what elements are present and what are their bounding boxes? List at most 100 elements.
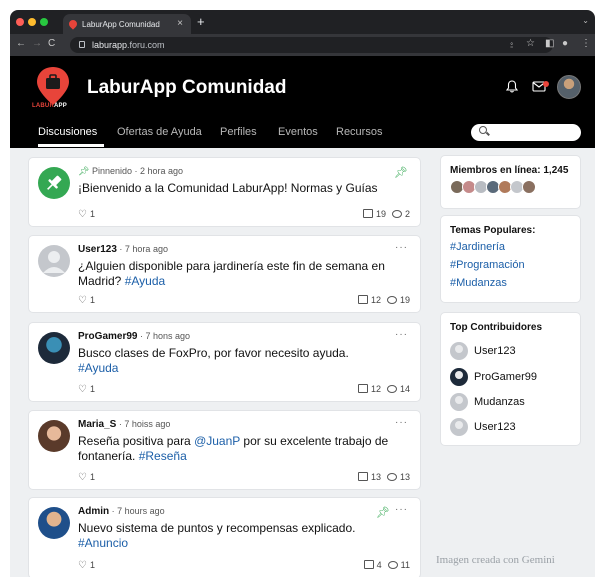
active-tab-indicator: [38, 144, 104, 147]
avatar: [38, 245, 70, 277]
post-heart[interactable]: ♡ 1: [78, 472, 95, 483]
post-mention[interactable]: @JuanP: [194, 434, 240, 448]
post-tag[interactable]: #Ayuda: [78, 361, 118, 375]
profile-icon[interactable]: ●: [562, 38, 568, 49]
like-icon[interactable]: [362, 209, 373, 218]
comment-count: 2: [404, 209, 410, 219]
search-input[interactable]: [471, 124, 581, 141]
post-time: · 7 hoiss ago: [116, 419, 171, 429]
bell-icon[interactable]: [505, 80, 519, 96]
top-contributors-card: Top Contribuidores User123 ProGamer99 Mu…: [440, 312, 581, 446]
like-icon[interactable]: [357, 472, 368, 481]
post-stats: 12 19: [357, 295, 410, 305]
post-heart[interactable]: ♡ 1: [78, 560, 95, 571]
more-options-icon[interactable]: ···: [395, 242, 408, 253]
app-header: LABURAPP LaburApp Comunidad Discusiones …: [10, 56, 595, 148]
post-title[interactable]: ¡Bienvenido a la Comunidad LaburApp! Nor…: [78, 181, 398, 196]
tab-ofertas-de-ayuda[interactable]: Ofertas de Ayuda: [117, 126, 202, 138]
bookmark-star-icon[interactable]: ☆: [526, 38, 535, 49]
pin-icon[interactable]: 📌︎: [394, 166, 408, 179]
post-author[interactable]: User123: [78, 244, 117, 255]
logo-text-app: APP: [54, 103, 67, 109]
comment-icon[interactable]: [386, 473, 397, 481]
topic-programacion[interactable]: #Programación: [450, 259, 525, 271]
main-content: 📌︎ Pinnenido · 2 hora ago ¡Bienvenido a …: [10, 148, 595, 577]
reload-icon[interactable]: C: [48, 38, 55, 49]
close-window-icon[interactable]: [16, 18, 24, 26]
post-card-pinned[interactable]: 📌︎ Pinnenido · 2 hora ago ¡Bienvenido a …: [28, 157, 421, 227]
topic-jardineria[interactable]: #Jardinería: [450, 241, 505, 253]
browser-tab-strip: LaburApp Comunidad × + ⌄: [10, 10, 595, 34]
pin-icon[interactable]: 📌︎: [376, 506, 390, 519]
like-icon[interactable]: [357, 295, 368, 304]
pin-icon: [47, 175, 62, 190]
browser-menu-icon[interactable]: ⋮: [581, 38, 591, 49]
post-title[interactable]: Reseña positiva para @JuanP por su excel…: [78, 434, 398, 464]
avatar: [450, 393, 468, 411]
maximize-window-icon[interactable]: [40, 18, 48, 26]
comment-icon[interactable]: [391, 210, 402, 218]
post-heart[interactable]: ♡ 1: [78, 384, 95, 395]
post-title-text: Busco clases de FoxPro, por favor necesi…: [78, 346, 349, 360]
post-card[interactable]: User123 · 7 hora ago ¿Alguien disponible…: [28, 235, 421, 313]
user-avatar[interactable]: [557, 75, 581, 99]
online-members-card: Miembros en línea: 1,245: [440, 155, 581, 209]
post-tag[interactable]: #Reseña: [139, 449, 187, 463]
tab-eventos[interactable]: Eventos: [278, 126, 318, 138]
like-icon[interactable]: [363, 560, 374, 569]
like-count: 12: [370, 295, 381, 305]
more-options-icon[interactable]: ···: [395, 417, 408, 428]
heart-icon: ♡: [78, 384, 87, 395]
lock-icon: [79, 41, 85, 48]
like-count: 4: [376, 560, 382, 570]
contributor-name: ProGamer99: [474, 371, 537, 383]
more-options-icon[interactable]: ···: [395, 504, 408, 515]
post-card[interactable]: ProGamer99 · 7 hons ago Busco clases de …: [28, 322, 421, 402]
share-icon[interactable]: ⍛: [509, 38, 514, 49]
post-title[interactable]: ¿Alguien disponible para jardinería este…: [78, 259, 398, 289]
tab-menu-icon[interactable]: ⌄: [582, 16, 589, 25]
tab-perfiles[interactable]: Perfiles: [220, 126, 257, 138]
tab-discusiones[interactable]: Discusiones: [38, 126, 97, 138]
post-title[interactable]: Busco clases de FoxPro, por favor necesi…: [78, 346, 398, 376]
post-tag[interactable]: #Anuncio: [78, 536, 128, 550]
forward-icon[interactable]: →: [32, 38, 42, 49]
like-count: 12: [370, 384, 381, 394]
post-heart[interactable]: ♡ 1: [78, 295, 95, 306]
pin-small-icon: 📌︎: [78, 166, 90, 176]
url-field[interactable]: laburapp.foru.com: [70, 37, 553, 53]
like-icon[interactable]: [357, 384, 368, 393]
post-author[interactable]: Admin: [78, 506, 109, 517]
top-contributors-title: Top Contribuidores: [450, 322, 543, 333]
post-author[interactable]: Maria_S: [78, 419, 116, 430]
back-icon[interactable]: ←: [16, 38, 26, 49]
comment-count: 19: [399, 295, 410, 305]
member-avatar[interactable]: [522, 180, 536, 194]
post-stats: 4 11: [363, 560, 410, 570]
post-tag[interactable]: #Ayuda: [125, 274, 165, 288]
browser-tab[interactable]: LaburApp Comunidad ×: [63, 14, 191, 34]
post-card[interactable]: Maria_S · 7 hoiss ago Reseña positiva pa…: [28, 410, 421, 490]
laburapp-logo[interactable]: [36, 66, 70, 106]
comment-icon[interactable]: [387, 561, 398, 569]
post-heart[interactable]: ♡ 1: [78, 209, 95, 220]
avatar: [38, 420, 70, 452]
sidebar-panel-icon[interactable]: ◧: [545, 38, 554, 49]
comment-count: 13: [399, 472, 410, 482]
post-author[interactable]: ProGamer99: [78, 331, 137, 342]
heart-count: 1: [89, 560, 95, 570]
more-options-icon[interactable]: ···: [395, 329, 408, 340]
topic-mudanzas[interactable]: #Mudanzas: [450, 277, 507, 289]
post-title[interactable]: Nuevo sistema de puntos y recompensas ex…: [78, 521, 398, 551]
post-meta: ProGamer99 · 7 hons ago: [78, 331, 190, 342]
avatar: [450, 418, 468, 436]
minimize-window-icon[interactable]: [28, 18, 36, 26]
comment-icon[interactable]: [386, 296, 397, 304]
new-tab-icon[interactable]: +: [197, 14, 205, 29]
tab-recursos[interactable]: Recursos: [336, 126, 382, 138]
post-card[interactable]: Admin · 7 hours ago Nuevo sistema de pun…: [28, 497, 421, 577]
comment-icon[interactable]: [386, 385, 397, 393]
comment-count: 14: [399, 384, 410, 394]
search-icon: [479, 126, 487, 134]
close-tab-icon[interactable]: ×: [177, 18, 183, 29]
